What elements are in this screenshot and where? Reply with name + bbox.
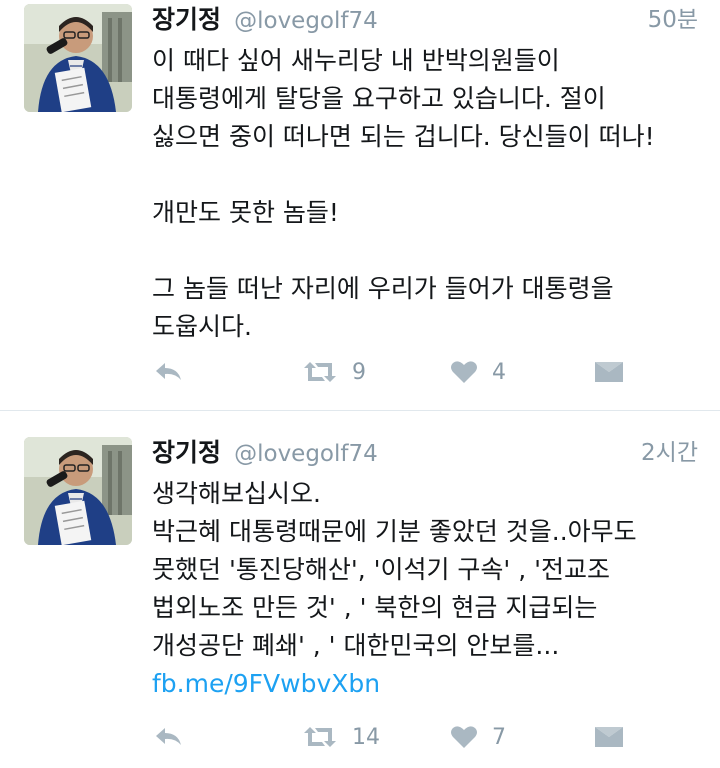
direct-message-button[interactable]	[594, 717, 624, 757]
tweet[interactable]: 장기정 @lovegolf74 50분 이 때다 싶어 새누리당 내 반박의원들…	[0, 0, 720, 410]
heart-icon	[451, 361, 477, 383]
tweet-timestamp[interactable]: 2시간	[641, 433, 698, 473]
tweet[interactable]: 장기정 @lovegolf74 2시간 생각해보십시오. 박근혜 대통령때문에 …	[0, 410, 720, 768]
like-count: 7	[492, 724, 506, 750]
tweet-link[interactable]: fb.me/9FVwbvXbn	[152, 665, 702, 703]
like-count: 4	[492, 359, 506, 385]
reply-button[interactable]	[154, 717, 184, 757]
like-button[interactable]: 4	[450, 352, 506, 392]
direct-message-icon	[595, 727, 623, 747]
avatar-photo	[24, 4, 132, 112]
author-handle[interactable]: @lovegolf74	[234, 8, 378, 34]
reply-icon	[156, 728, 181, 745]
tweet-text: 이 때다 싶어 새누리당 내 반박의원들이 대통령에게 탈당을 요구하고 있습니…	[152, 46, 655, 341]
retweet-count: 9	[352, 359, 366, 385]
direct-message-button[interactable]	[594, 352, 624, 392]
tweet-actions: 14 7	[152, 717, 652, 757]
tweet-actions: 9 4	[152, 352, 652, 392]
author-name[interactable]: 장기정	[152, 438, 221, 467]
tweet-timestamp[interactable]: 50분	[648, 0, 698, 40]
like-button[interactable]: 7	[450, 717, 506, 757]
tweet-content: 장기정 @lovegolf74 2시간 생각해보십시오. 박근혜 대통령때문에 …	[152, 433, 702, 703]
retweet-icon	[304, 727, 336, 747]
retweet-icon	[304, 362, 336, 382]
retweet-button[interactable]: 9	[302, 352, 366, 392]
author-handle[interactable]: @lovegolf74	[234, 441, 378, 467]
reply-icon	[156, 363, 181, 380]
direct-message-icon	[595, 362, 623, 382]
author-name[interactable]: 장기정	[152, 5, 221, 34]
tweet-text: 생각해보십시오. 박근혜 대통령때문에 기분 좋았던 것을..아무도 못했던 '…	[152, 479, 637, 660]
tweet-content: 장기정 @lovegolf74 50분 이 때다 싶어 새누리당 내 반박의원들…	[152, 0, 702, 346]
reply-button[interactable]	[154, 352, 184, 392]
retweet-count: 14	[352, 724, 380, 750]
avatar[interactable]	[24, 4, 132, 112]
tweet-header: 장기정 @lovegolf74 2시간	[152, 433, 702, 473]
retweet-button[interactable]: 14	[302, 717, 380, 757]
avatar-photo	[24, 437, 132, 545]
avatar[interactable]	[24, 437, 132, 545]
tweet-header: 장기정 @lovegolf74 50분	[152, 0, 702, 40]
heart-icon	[451, 726, 477, 748]
